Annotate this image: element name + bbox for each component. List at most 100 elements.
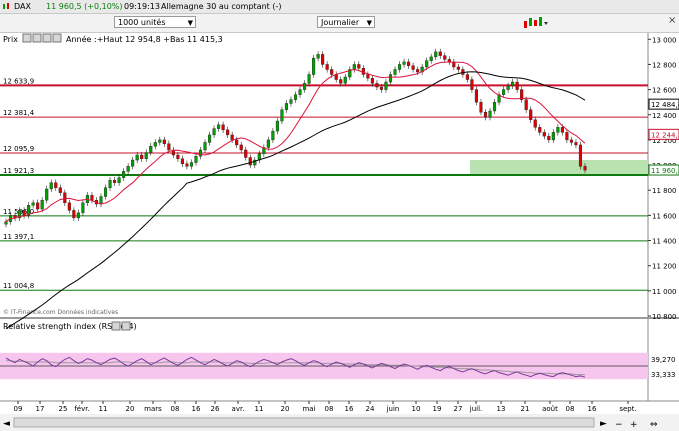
candle-body-70 [321, 54, 325, 65]
candle-body-68 [312, 57, 316, 75]
y-tick-label-11: 10 800 [652, 313, 677, 321]
support-zone [470, 160, 648, 175]
candle-body-11 [54, 182, 58, 188]
candle-body-75 [343, 76, 347, 84]
x-tick-label-18: 10 [412, 405, 421, 413]
candle-body-40 [185, 163, 189, 167]
candle-body-45 [207, 134, 212, 143]
year-stats: Année :+Haut 12 954,8 +Bas 11 415,3 [66, 34, 223, 44]
candle-body-102 [465, 74, 469, 80]
candle-body-115 [524, 99, 528, 110]
candle-body-59 [271, 130, 275, 141]
candle-body-69 [316, 54, 320, 59]
candle-body-124 [565, 132, 569, 141]
candle-body-80 [366, 74, 370, 79]
candle-body-83 [379, 86, 384, 90]
y-tick-label-3: 12 400 [652, 112, 677, 120]
candle-body-104 [474, 89, 478, 103]
y-tick-label-7: 11 600 [652, 212, 677, 220]
candle-body-107 [488, 110, 492, 118]
candle-body-90 [411, 65, 415, 70]
candle-body-28 [131, 159, 135, 167]
candle-body-38 [176, 154, 180, 159]
x-tick-label-8: 16 [192, 405, 201, 413]
rsi-panel-header: Relative strength index (RSI) (14) [3, 321, 137, 331]
x-tick-label-25: 08 [566, 405, 575, 413]
candle-body-33 [153, 142, 157, 147]
candle-body-67 [307, 74, 311, 84]
x-tick-label-6: mars [144, 405, 162, 413]
x-tick-label-9: 26 [211, 405, 220, 413]
zoom-icon[interactable] [42, 33, 52, 43]
x-tick-label-19: 19 [433, 405, 442, 413]
scroll-left-icon[interactable]: ◄ [3, 419, 10, 429]
candle-body-10 [49, 182, 53, 190]
x-tick-label-22: 13 [497, 405, 506, 413]
candle-body-41 [189, 162, 194, 167]
x-tick-label-5: 20 [126, 405, 135, 413]
fit-icon[interactable]: ⇔ [650, 420, 658, 430]
x-tick-label-0: 09 [14, 405, 23, 413]
close-icon[interactable] [32, 33, 42, 43]
close-icon[interactable] [121, 321, 131, 331]
candle-body-36 [167, 143, 171, 151]
candle-body-119 [542, 132, 546, 137]
candle-body-61 [280, 109, 284, 122]
candle-body-22 [103, 187, 108, 197]
candle-body-87 [397, 64, 402, 70]
candle-body-17 [81, 202, 85, 214]
y-tick-label-0: 13 000 [652, 36, 677, 44]
chart-canvas[interactable]: Prix Année :+Haut 12 954,8 +Bas 11 415,3… [0, 0, 679, 431]
candle-body-63 [289, 99, 293, 104]
candle-body-19 [90, 195, 94, 201]
candle-body-7 [36, 202, 40, 210]
candle-body-128 [583, 166, 587, 171]
y-tick-label-2: 12 600 [652, 87, 677, 95]
settings-icon[interactable] [111, 321, 121, 331]
x-tick-label-2: 25 [59, 405, 68, 413]
horizontal-scrollbar[interactable] [13, 417, 595, 428]
candle-body-77 [352, 64, 356, 70]
candle-body-78 [357, 64, 361, 69]
candle-body-120 [547, 135, 551, 141]
scroll-right-icon[interactable]: ► [600, 419, 607, 429]
candle-body-123 [560, 127, 564, 133]
pin-icon[interactable] [52, 33, 62, 43]
candle-body-9 [45, 188, 49, 201]
candle-body-15 [72, 210, 76, 219]
candle-body-35 [162, 139, 166, 144]
level-label-3: 11 921,3 [3, 167, 34, 175]
candle-body-95 [434, 51, 438, 58]
x-tick-label-16: 24 [366, 405, 375, 413]
x-tick-label-23: 21 [521, 405, 530, 413]
candle-body-46 [212, 128, 216, 136]
zoom-out-icon[interactable]: − [615, 420, 623, 430]
candle-body-65 [298, 89, 302, 95]
candle-body-62 [284, 103, 289, 110]
y-tick-label-9: 11 200 [652, 263, 677, 271]
candle-body-42 [194, 156, 198, 163]
x-tick-label-17: juin [386, 405, 400, 413]
candle-body-60 [275, 120, 279, 132]
candle-body-125 [569, 139, 573, 143]
candle-body-54 [248, 157, 252, 166]
x-tick-label-20: 27 [454, 405, 463, 413]
candle-body-30 [140, 154, 144, 159]
settings-icon[interactable] [22, 33, 32, 43]
candle-body-91 [416, 69, 420, 73]
candle-body-51 [235, 139, 239, 146]
x-tick-label-27: sept. [619, 405, 636, 413]
x-tick-label-7: 08 [171, 405, 180, 413]
level-label-2: 12 095,9 [3, 145, 34, 153]
candle-body-113 [515, 81, 519, 90]
y-tick-label-6: 11 800 [652, 187, 677, 195]
x-tick-label-13: mai [302, 405, 315, 413]
zoom-in-icon[interactable]: + [630, 420, 638, 430]
candle-body-88 [402, 61, 406, 65]
candle-body-50 [230, 134, 234, 141]
candle-body-82 [375, 83, 379, 88]
candle-body-84 [384, 81, 388, 90]
level-label-1: 12 381,4 [3, 109, 35, 117]
x-tick-label-12: 20 [281, 405, 290, 413]
candle-body-105 [479, 101, 483, 113]
